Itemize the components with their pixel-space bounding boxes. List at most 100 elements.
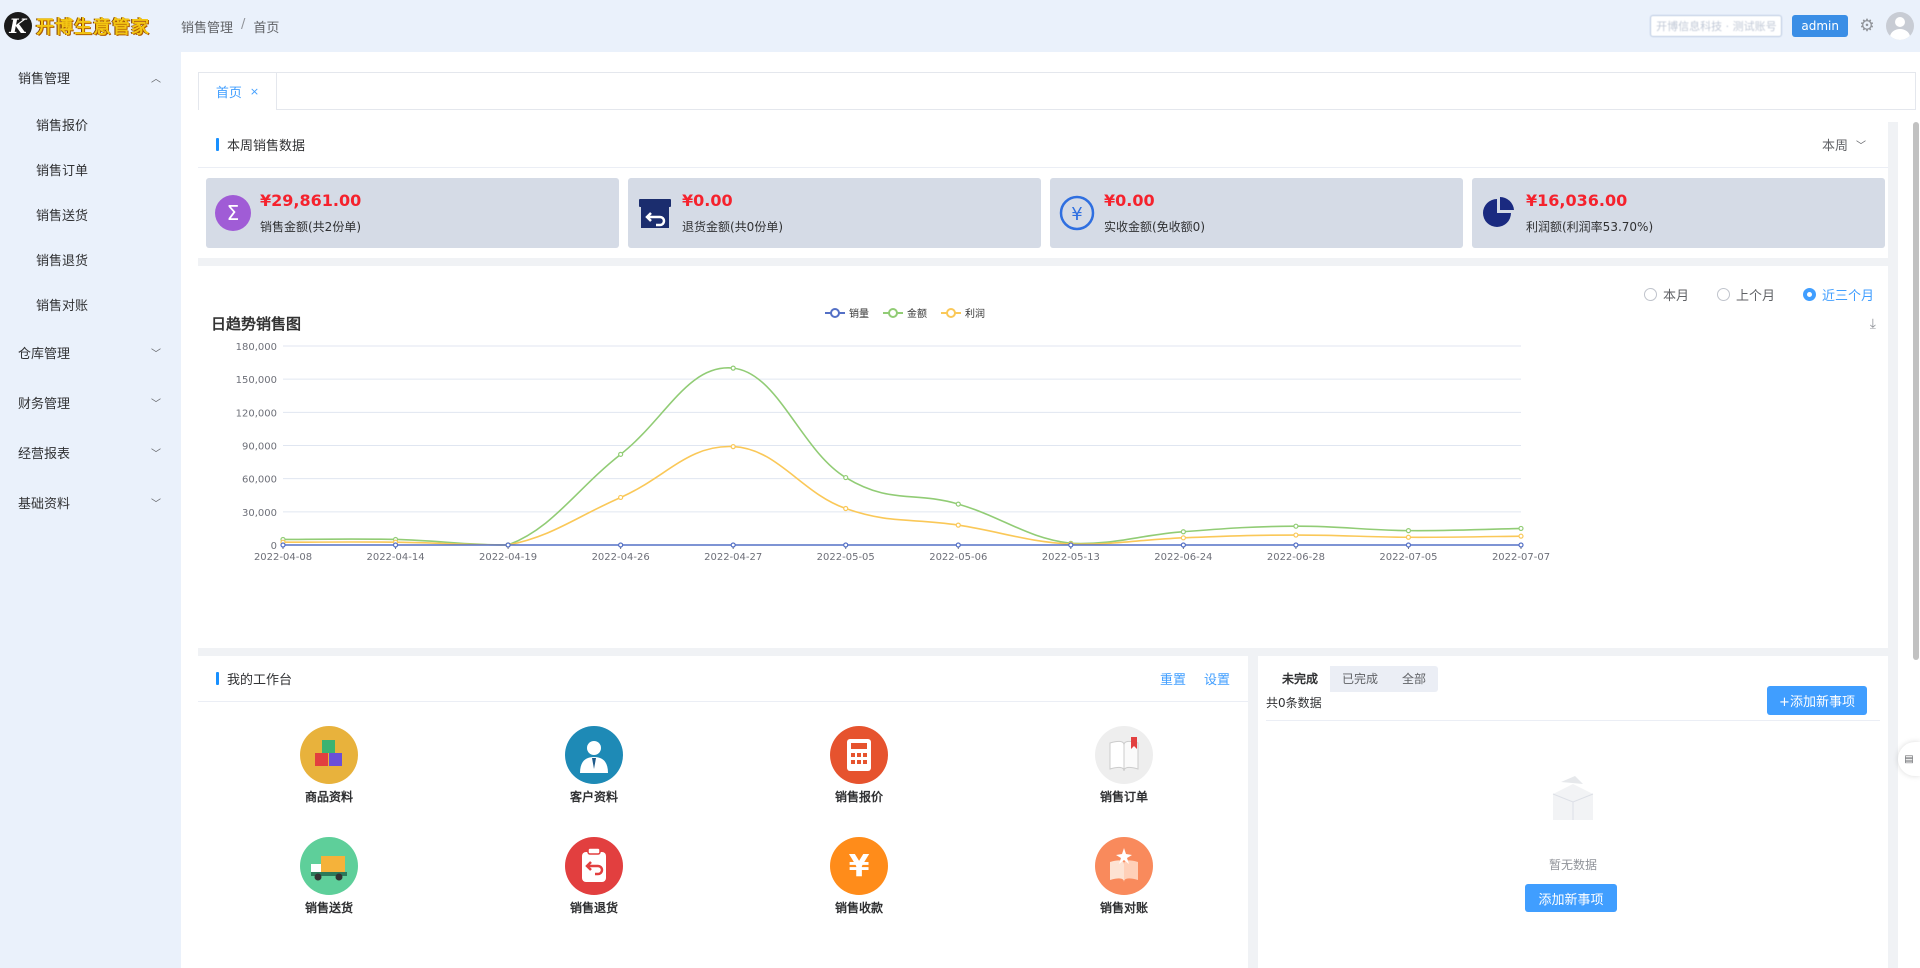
avatar[interactable]: [1886, 12, 1914, 40]
reset-link[interactable]: 重置: [1160, 669, 1186, 688]
tab-all[interactable]: 全部: [1390, 666, 1438, 692]
app-logo[interactable]: K 开博生意管家: [0, 0, 181, 52]
legend-marker: [946, 308, 956, 318]
sidebar-group-basic[interactable]: 基础资料 ﹀: [0, 477, 181, 527]
header-actions: 开博信息科技 · 测试账号 admin ⚙: [1650, 0, 1920, 52]
stat-label: 实收金额(免收额0): [1104, 220, 1205, 234]
shortcut-label: 销售订单: [1099, 790, 1148, 804]
y-tick-label: 30,000: [242, 508, 277, 519]
data-point: [730, 444, 736, 450]
stat-label: 退货金额(共0份单): [682, 220, 783, 234]
user-button[interactable]: admin: [1792, 15, 1848, 37]
y-tick-label: 180,000: [236, 342, 277, 353]
breadcrumb-item[interactable]: 销售管理: [181, 17, 233, 36]
period-dropdown[interactable]: 本周 ﹀: [1822, 135, 1866, 154]
tab-label: 首页: [215, 86, 242, 101]
y-tick-label: 120,000: [236, 408, 277, 419]
settings-link[interactable]: 设置: [1204, 669, 1230, 688]
sidebar-item-quote[interactable]: 销售报价: [0, 102, 181, 147]
shortcut-customer[interactable]: 客户资料: [534, 726, 654, 805]
shortcut-label: 销售对账: [1099, 901, 1148, 915]
add-todo-button[interactable]: +添加新事项: [1767, 686, 1867, 715]
sidebar-group-label: 基础资料: [18, 496, 71, 512]
data-point: [1180, 529, 1186, 535]
return-icon: [565, 837, 623, 895]
company-selector[interactable]: 开博信息科技 · 测试账号: [1650, 15, 1783, 37]
tab-home[interactable]: 首页 ×: [199, 73, 277, 110]
data-point: [730, 365, 736, 371]
header-accent: [216, 138, 219, 151]
shortcut-label: 销售退货: [569, 901, 618, 915]
chevron-down-icon: ﹀: [151, 448, 161, 460]
x-tick-label: 2022-06-28: [1267, 552, 1325, 563]
shortcut-return[interactable]: 销售退货: [534, 837, 654, 916]
gear-icon[interactable]: ⚙: [1858, 16, 1876, 36]
card-title: 本周销售数据: [227, 139, 306, 154]
x-tick-label: 2022-06-24: [1154, 552, 1212, 563]
sidebar-group-warehouse[interactable]: 仓库管理 ﹀: [0, 327, 181, 377]
shortcut-label: 销售收款: [834, 901, 883, 915]
data-point: [1405, 534, 1412, 540]
float-tool-icon[interactable]: ▤: [1898, 742, 1920, 776]
legend-label: 金额: [907, 307, 927, 320]
scrollbar[interactable]: [1913, 122, 1919, 660]
series-line-1: [282, 367, 1522, 546]
breadcrumb: 销售管理 / 首页: [181, 17, 279, 36]
data-point: [843, 542, 849, 548]
legend-label: 利润: [965, 307, 985, 320]
calculator-icon: [830, 726, 888, 784]
shortcut-collection[interactable]: ¥ 销售收款: [799, 837, 919, 916]
data-point: [618, 451, 624, 457]
data-point: [618, 494, 624, 501]
shortcut-reconcile[interactable]: 销售对账: [1064, 837, 1184, 916]
chevron-down-icon: ﹀: [1856, 141, 1866, 152]
empty-add-button[interactable]: 添加新事项: [1525, 884, 1617, 912]
legend-marker: [830, 308, 840, 318]
data-point: [955, 501, 961, 507]
data-point: [1068, 542, 1074, 548]
data-point: [843, 474, 849, 481]
sidebar-group-finance[interactable]: 财务管理 ﹀: [0, 377, 181, 427]
main-area: 首页 × 本周销售数据 本周 ﹀ Σ ¥29,861.00 销售金额(共2份单)…: [181, 52, 1920, 968]
data-point: [955, 522, 961, 528]
data-point: [392, 542, 399, 548]
pie-icon: [1480, 194, 1518, 232]
svg-text:¥: ¥: [849, 849, 870, 884]
yen-coin-icon: ¥: [830, 837, 888, 895]
sidebar-item-delivery[interactable]: 销售送货: [0, 192, 181, 237]
sidebar-item-return[interactable]: 销售退货: [0, 237, 181, 282]
close-icon[interactable]: ×: [250, 85, 259, 98]
stat-amount: ¥29,861.00: [260, 191, 362, 210]
dashboard-content: 本周销售数据 本周 ﹀ Σ ¥29,861.00 销售金额(共2份单) ¥0.0…: [198, 122, 1898, 968]
sidebar-group-sales[interactable]: 销售管理 ︿: [0, 52, 181, 102]
stat-amount: ¥0.00: [1104, 191, 1155, 210]
period-label: 本周: [1821, 139, 1848, 154]
shortcut-delivery[interactable]: 销售送货: [269, 837, 389, 916]
todo-count: 共0条数据: [1266, 696, 1322, 710]
chevron-down-icon: ﹀: [151, 498, 161, 510]
workbench-card: 我的工作台 重置 设置 商品资料 客户资料 销售报价 销售订单 销售送货 销售退…: [198, 656, 1248, 968]
stat-profit: ¥16,036.00 利润额(利润率53.70%): [1472, 178, 1885, 248]
shortcut-quote[interactable]: 销售报价: [799, 726, 919, 805]
sidebar-item-reconcile[interactable]: 销售对账: [0, 282, 181, 327]
shortcut-order[interactable]: 销售订单: [1064, 726, 1184, 805]
chevron-down-icon: ﹀: [151, 398, 161, 410]
sidebar-group-reports[interactable]: 经营报表 ﹀: [0, 427, 181, 477]
trend-chart: 0 30,000 60,000 90,000 120,000 150,000 180,000…: [236, 307, 1550, 563]
tab-completed[interactable]: 已完成: [1330, 666, 1390, 692]
trend-chart-card: 本月 上个月 近三个月 日趋势销售图 ⤓ 0 30,000 60,000 90,000…: [198, 266, 1888, 648]
sidebar-item-order[interactable]: 销售订单: [0, 147, 181, 192]
sidebar-group-label: 财务管理: [18, 396, 71, 412]
data-point: [1180, 535, 1186, 541]
data-point: [280, 542, 286, 548]
y-tick-label: 60,000: [242, 475, 277, 486]
sidebar-group-label: 仓库管理: [18, 346, 71, 362]
shortcut-label: 销售送货: [304, 901, 353, 915]
data-point: [505, 542, 511, 548]
todo-card: 未完成 已完成 全部 共0条数据 +添加新事项 暂无数据 添加新事项: [1258, 656, 1888, 968]
shortcut-goods[interactable]: 商品资料: [269, 726, 389, 805]
legend-label: 销量: [849, 307, 869, 320]
data-point: [1293, 542, 1299, 548]
x-tick-label: 2022-04-08: [254, 552, 312, 563]
tab-incomplete[interactable]: 未完成: [1270, 666, 1331, 692]
